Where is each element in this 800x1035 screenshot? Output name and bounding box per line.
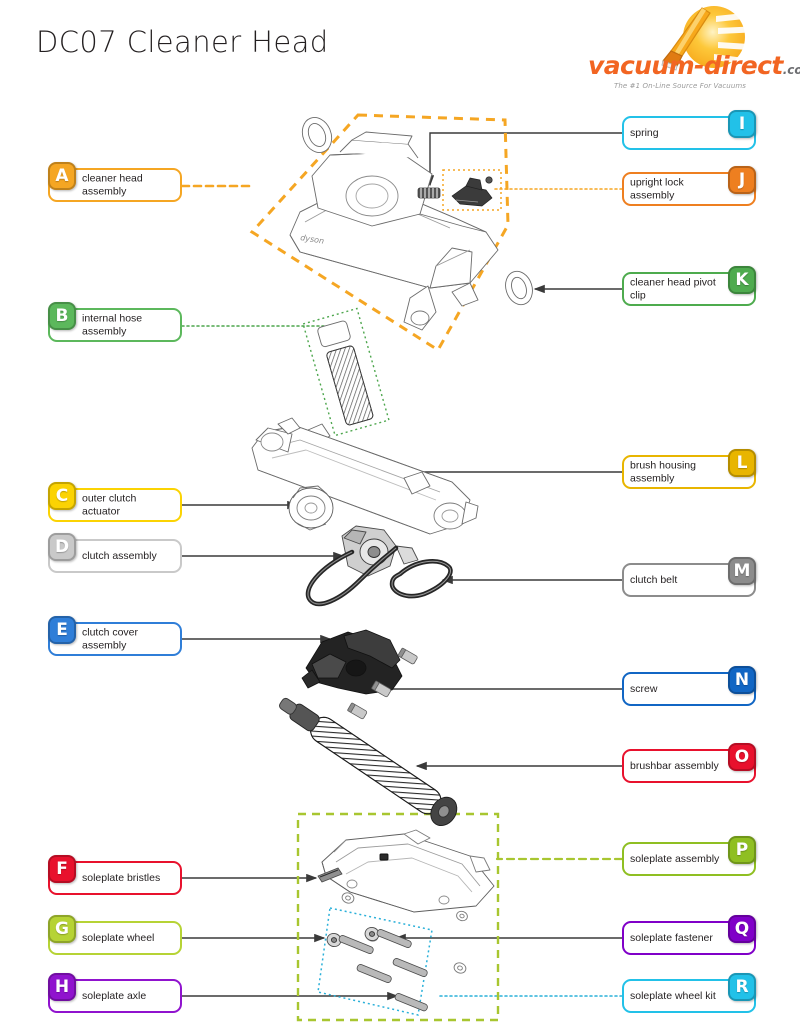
callout-badge-a[interactable]: A (48, 162, 76, 190)
callout-label: clutch assembly (82, 549, 157, 562)
diagram-page: DC07 Cleaner Head vacuum-direct.c The #1… (0, 0, 800, 1035)
callout-label: internal hose assembly (82, 312, 143, 338)
callout-label: soleplate wheel kit (630, 989, 716, 1002)
part-upright-lock (451, 176, 493, 207)
callout-label: soleplate assembly (630, 852, 720, 865)
callout-label: cleaner head assembly (82, 172, 143, 198)
callout-l[interactable]: brush housing assembly L (622, 449, 756, 489)
callout-label: brushbar assembly (630, 759, 719, 772)
callout-badge-o[interactable]: O (728, 743, 756, 771)
part-cleaner-head-body: dyson (289, 131, 499, 331)
callout-label: soleplate wheel (82, 931, 155, 944)
callout-badge-r[interactable]: R (728, 973, 756, 1001)
callout-j[interactable]: upright lock assembly J (622, 166, 756, 206)
callout-p[interactable]: soleplate assembly P (622, 836, 756, 876)
callout-badge-m[interactable]: M (728, 557, 756, 585)
callout-badge-b[interactable]: B (48, 302, 76, 330)
callout-d[interactable]: clutch assembly D (48, 533, 182, 573)
callout-badge-f[interactable]: F (48, 855, 76, 883)
callout-i[interactable]: spring I (622, 110, 756, 150)
callout-label: upright lock assembly (630, 176, 684, 202)
callout-badge-e[interactable]: E (48, 616, 76, 644)
callout-badge-q[interactable]: Q (728, 915, 756, 943)
part-soleplate-axles (338, 929, 428, 1012)
callout-n[interactable]: screw N (622, 666, 756, 706)
callout-badge-h[interactable]: H (48, 973, 76, 1001)
callout-badge-n[interactable]: N (728, 666, 756, 694)
callout-badge-p[interactable]: P (728, 836, 756, 864)
callout-label: screw (630, 682, 658, 695)
callout-label: outer clutch actuator (82, 492, 137, 518)
callout-r[interactable]: soleplate wheel kit R (622, 973, 756, 1013)
callout-badge-g[interactable]: G (48, 915, 76, 943)
callout-label: brush housing assembly (630, 459, 696, 485)
callout-g[interactable]: soleplate wheel G (48, 915, 182, 955)
part-pivot-clip-upper (301, 117, 333, 153)
callout-k[interactable]: cleaner head pivot clip K (622, 266, 756, 306)
callout-badge-d[interactable]: D (48, 533, 76, 561)
callout-label: clutch cover assembly (82, 626, 139, 652)
callout-label: cleaner head pivot clip (630, 276, 716, 302)
callout-label: clutch belt (630, 573, 678, 586)
callout-b[interactable]: internal hose assembly B (48, 302, 182, 342)
part-brush-housing (251, 417, 479, 535)
callout-label: spring (630, 126, 659, 139)
callout-o[interactable]: brushbar assembly O (622, 743, 756, 783)
part-clutch-cover (301, 629, 403, 695)
callout-label: soleplate fastener (630, 931, 713, 944)
region-soleplate-wheel-kit (317, 907, 433, 1016)
part-clutch-belt (389, 559, 453, 599)
callout-m[interactable]: clutch belt M (622, 557, 756, 597)
callout-label: soleplate bristles (82, 871, 161, 884)
callout-a[interactable]: cleaner head assembly A (48, 162, 182, 202)
callout-badge-k[interactable]: K (728, 266, 756, 294)
part-brushbar (279, 697, 458, 826)
callout-badge-j[interactable]: J (728, 166, 756, 194)
callout-h[interactable]: soleplate axle H (48, 973, 182, 1013)
callout-badge-c[interactable]: C (48, 482, 76, 510)
callout-badge-i[interactable]: I (728, 110, 756, 138)
callout-q[interactable]: soleplate fastener Q (622, 915, 756, 955)
callout-f[interactable]: soleplate bristles F (48, 855, 182, 895)
part-pivot-clip-lower (505, 270, 533, 306)
callout-label: soleplate axle (82, 989, 147, 1002)
callout-c[interactable]: outer clutch actuator C (48, 482, 182, 522)
callout-badge-l[interactable]: L (728, 449, 756, 477)
part-internal-hose (307, 320, 374, 445)
callout-e[interactable]: clutch cover assembly E (48, 616, 182, 656)
part-spring (417, 187, 441, 199)
